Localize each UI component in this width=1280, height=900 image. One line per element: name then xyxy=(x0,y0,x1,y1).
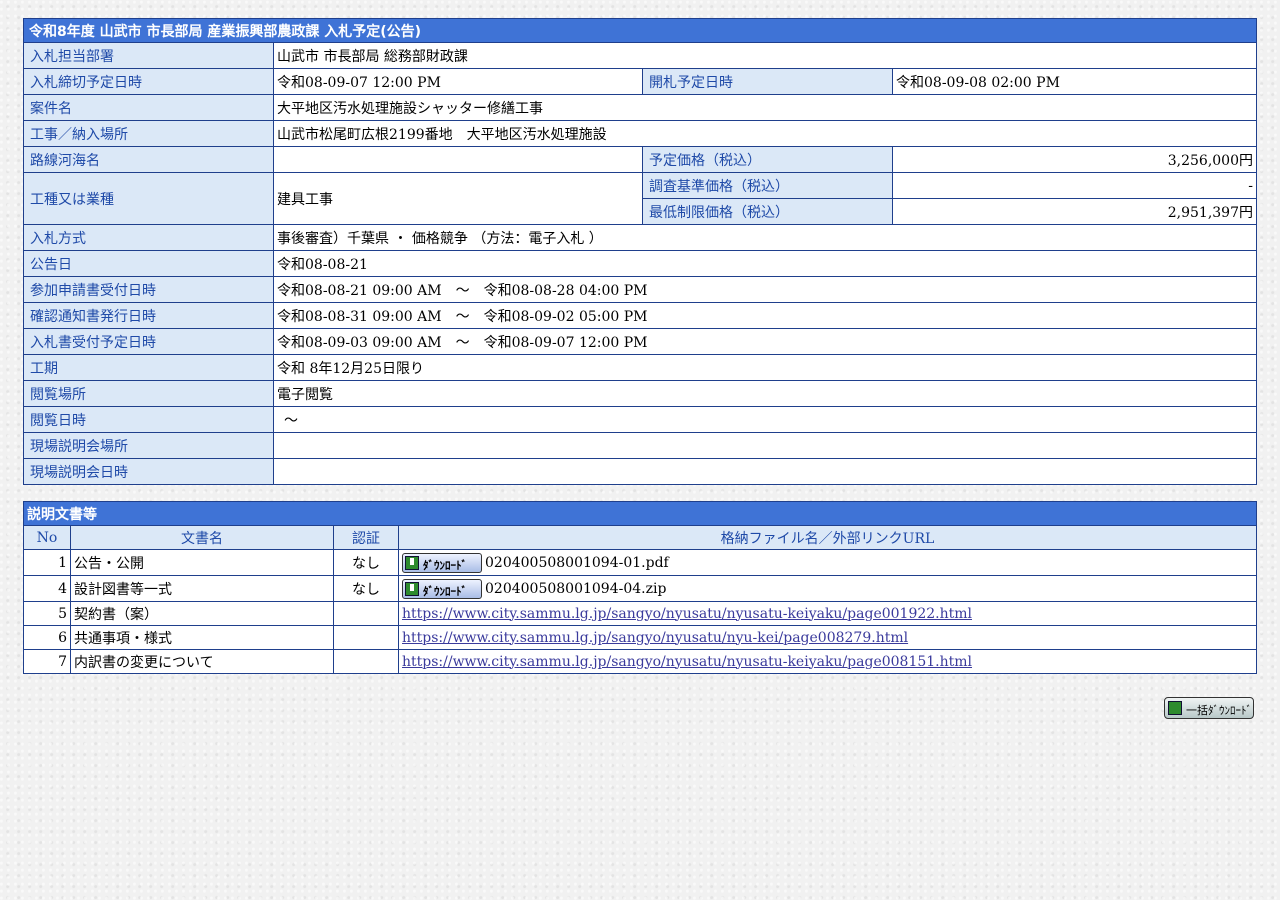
documents-title: 説明文書等 xyxy=(23,501,1257,526)
documents-table: 説明文書等 No 文書名 認証 格納ファイル名／外部リンクURL 1 公告・公開… xyxy=(23,501,1257,674)
label-notice-date: 公告日 xyxy=(23,250,274,277)
col-no: No xyxy=(23,525,71,550)
doc-file: 020400508001094-04.zip xyxy=(485,580,667,597)
label-confirm: 確認通知書発行日時 xyxy=(23,302,274,329)
table-row: 5 契約書（案） https://www.city.sammu.lg.jp/sa… xyxy=(23,601,1257,626)
value-work-type: 建具工事 xyxy=(273,172,643,225)
doc-auth xyxy=(333,625,399,650)
doc-no: 5 xyxy=(23,601,71,626)
table-row: 7 内訳書の変更について https://www.city.sammu.lg.j… xyxy=(23,649,1257,674)
bulk-download-label: 一括ﾀﾞｳﾝﾛｰﾄﾞ xyxy=(1186,704,1252,717)
value-site-date xyxy=(273,458,1257,485)
doc-file: 020400508001094-01.pdf xyxy=(485,554,669,571)
doc-name: 内訳書の変更について xyxy=(70,649,334,674)
value-place: 山武市松尾町広根2199番地 大平地区汚水処理施設 xyxy=(273,120,1257,147)
doc-name: 設計図書等一式 xyxy=(70,575,334,602)
doc-name: 共通事項・様式 xyxy=(70,625,334,650)
label-case-name: 案件名 xyxy=(23,94,274,121)
floppy-icon xyxy=(405,555,419,570)
value-planned-price: 3,256,000円 xyxy=(892,146,1257,173)
bulk-download-button[interactable]: 一括ﾀﾞｳﾝﾛｰﾄﾞ xyxy=(1164,697,1254,719)
col-doc-name: 文書名 xyxy=(70,525,334,550)
value-site-place xyxy=(273,432,1257,459)
value-view-date: ～ xyxy=(273,406,1257,433)
floppy-icon xyxy=(1168,701,1182,715)
doc-auth: なし xyxy=(333,549,399,576)
label-apply: 参加申請書受付日時 xyxy=(23,276,274,303)
value-view-place: 電子閲覧 xyxy=(273,380,1257,407)
value-case-name: 大平地区汚水処理施設シャッター修繕工事 xyxy=(273,94,1257,121)
doc-name: 契約書（案） xyxy=(70,601,334,626)
doc-name: 公告・公開 xyxy=(70,549,334,576)
label-period: 工期 xyxy=(23,354,274,381)
value-notice-date: 令和08-08-21 xyxy=(273,250,1257,277)
value-route xyxy=(273,146,643,173)
doc-no: 7 xyxy=(23,649,71,674)
col-auth: 認証 xyxy=(333,525,399,550)
doc-link[interactable]: https://www.city.sammu.lg.jp/sangyo/nyus… xyxy=(402,606,972,622)
label-bid-receipt: 入札書受付予定日時 xyxy=(23,328,274,355)
download-button[interactable]: ﾀﾞｳﾝﾛｰﾄﾞ xyxy=(402,552,482,573)
doc-auth xyxy=(333,601,399,626)
download-button[interactable]: ﾀﾞｳﾝﾛｰﾄﾞ xyxy=(402,578,482,599)
value-period: 令和 8年12月25日限り xyxy=(273,354,1257,381)
doc-no: 6 xyxy=(23,625,71,650)
label-view-place: 閲覧場所 xyxy=(23,380,274,407)
doc-link[interactable]: https://www.city.sammu.lg.jp/sangyo/nyus… xyxy=(402,654,972,670)
value-survey-price: - xyxy=(892,172,1257,199)
label-site-place: 現場説明会場所 xyxy=(23,432,274,459)
floppy-icon xyxy=(405,581,419,596)
label-place: 工事／納入場所 xyxy=(23,120,274,147)
label-work-type: 工種又は業種 xyxy=(23,172,274,225)
doc-auth: なし xyxy=(333,575,399,602)
value-deadline: 令和08-09-07 12:00 PM xyxy=(273,68,643,95)
table-row: 4 設計図書等一式 なし ﾀﾞｳﾝﾛｰﾄﾞ 020400508001094-04.… xyxy=(23,575,1257,602)
value-dept: 山武市 市長部局 総務部財政課 xyxy=(273,42,1257,69)
table-row: 6 共通事項・様式 https://www.city.sammu.lg.jp/s… xyxy=(23,625,1257,650)
value-method: 事後審査）千葉県 ・ 価格競争 （方法：電子入札 ） xyxy=(273,224,1257,251)
value-min-price: 2,951,397円 xyxy=(892,198,1257,225)
value-opening: 令和08-09-08 02:00 PM xyxy=(892,68,1257,95)
page-title: 令和8年度 山武市 市長部局 産業振興部農政課 入札予定(公告) xyxy=(23,18,1257,43)
label-dept: 入札担当部署 xyxy=(23,42,274,69)
label-view-date: 閲覧日時 xyxy=(23,406,274,433)
table-row: 1 公告・公開 なし ﾀﾞｳﾝﾛｰﾄﾞ 020400508001094-01.pd… xyxy=(23,549,1257,576)
label-site-date: 現場説明会日時 xyxy=(23,458,274,485)
label-min-price: 最低制限価格（税込） xyxy=(642,198,893,225)
bid-info-table: 令和8年度 山武市 市長部局 産業振興部農政課 入札予定(公告) 入札担当部署 … xyxy=(23,18,1257,485)
label-method: 入札方式 xyxy=(23,224,274,251)
label-deadline: 入札締切予定日時 xyxy=(23,68,274,95)
col-file: 格納ファイル名／外部リンクURL xyxy=(398,525,1257,550)
label-survey-price: 調査基準価格（税込） xyxy=(642,172,893,199)
label-planned-price: 予定価格（税込） xyxy=(642,146,893,173)
value-confirm: 令和08-08-31 09:00 AM ～ 令和08-09-02 05:00 P… xyxy=(273,302,1257,329)
label-route: 路線河海名 xyxy=(23,146,274,173)
value-apply: 令和08-08-21 09:00 AM ～ 令和08-08-28 04:00 P… xyxy=(273,276,1257,303)
doc-no: 4 xyxy=(23,575,71,602)
value-bid-receipt: 令和08-09-03 09:00 AM ～ 令和08-09-07 12:00 P… xyxy=(273,328,1257,355)
doc-link[interactable]: https://www.city.sammu.lg.jp/sangyo/nyus… xyxy=(402,630,908,646)
doc-no: 1 xyxy=(23,549,71,576)
doc-auth xyxy=(333,649,399,674)
label-opening: 開札予定日時 xyxy=(642,68,893,95)
